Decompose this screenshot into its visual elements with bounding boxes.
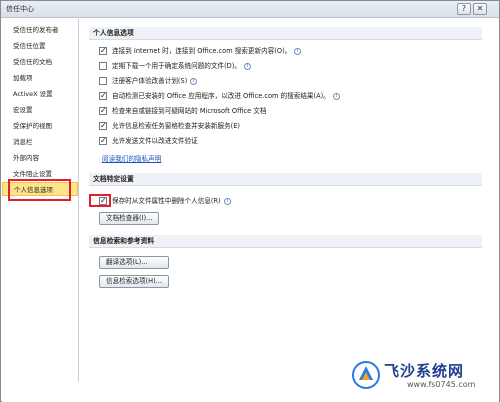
watermark-logo-icon [352, 361, 380, 389]
section-header-research: 信息检索和参考资料 [89, 235, 482, 248]
translation-options-button[interactable]: 翻译选项(L)... [99, 256, 169, 269]
section-header-document: 文档特定设置 [89, 173, 482, 186]
watermark-url: www.fs0745.com [407, 380, 476, 389]
checkbox[interactable]: ✓ [99, 46, 107, 55]
sidebar-item-trusted-publishers[interactable]: 受信任的发布者 [2, 23, 78, 37]
sidebar-item-macro[interactable]: 宏设置 [2, 103, 78, 117]
sidebar-item-file-block[interactable]: 文件阻止设置 [2, 167, 78, 181]
checkbox[interactable]: ✓ [99, 121, 107, 130]
watermark: 飞沙系统网 www.fs0745.com [351, 356, 491, 396]
info-icon[interactable]: i [294, 48, 302, 55]
option-label: 注册客户体验改善计划(S) [112, 77, 188, 85]
sidebar-item-message-bar[interactable]: 消息栏 [2, 135, 78, 149]
title-bar: 信任中心 ? ✕ [1, 1, 499, 18]
sidebar-item-privacy-options[interactable]: 个人信息选项 [2, 182, 78, 196]
checkbox[interactable] [99, 62, 107, 70]
sidebar-item-activex[interactable]: ActiveX 设置 [2, 87, 78, 101]
checkbox[interactable]: ✓ [99, 136, 107, 145]
close-button[interactable]: ✕ [473, 3, 487, 15]
info-icon[interactable]: i [190, 78, 198, 85]
option-label: 允许发送文件以改进文件验证 [112, 137, 198, 145]
checkbox[interactable]: ✓ [99, 106, 107, 115]
section-header-privacy: 个人信息选项 [89, 27, 482, 40]
sidebar-item-trusted-locations[interactable]: 受信任位置 [2, 39, 78, 53]
option-label: 保存时从文件属性中删除个人信息(R) [112, 197, 221, 205]
sidebar-item-trusted-documents[interactable]: 受信任的文档 [2, 55, 78, 69]
checkbox[interactable] [99, 77, 107, 85]
sidebar-item-protected-view[interactable]: 受保护的视图 [2, 119, 78, 133]
help-button[interactable]: ? [457, 3, 471, 15]
document-inspector-button[interactable]: 文档检查器(I)... [99, 212, 160, 225]
checkbox[interactable]: ✓ [99, 196, 107, 205]
info-icon[interactable]: i [223, 198, 231, 205]
privacy-statement-link[interactable]: 阅读我们的隐私声明 [102, 153, 161, 163]
trust-center-window: 信任中心 ? ✕ 受信任的发布者 受信任位置 受信任的文档 加载项 Active… [0, 0, 500, 402]
watermark-title: 飞沙系统网 [384, 362, 465, 380]
main-content: 个人信息选项 ✓ 连接到 Internet 时，连接到 Office.com 搜… [80, 19, 499, 382]
option-label: 自动检测已安装的 Office 应用程序，以改进 Office.com 的搜索结… [112, 92, 330, 100]
sidebar-item-add-ins[interactable]: 加载项 [2, 71, 78, 85]
option-label: 检查来自或链接到可疑网站的 Microsoft Office 文档 [112, 107, 267, 115]
option-label: 连接到 Internet 时，连接到 Office.com 搜索更新内容(O)。 [112, 47, 292, 55]
checkbox[interactable]: ✓ [99, 91, 107, 100]
sidebar-item-external-content[interactable]: 外部内容 [2, 151, 78, 165]
sidebar: 受信任的发布者 受信任位置 受信任的文档 加载项 ActiveX 设置 宏设置 … [2, 19, 79, 382]
info-icon[interactable]: i [243, 63, 251, 70]
option-label: 允许信息检索任务窗格检查并安装新服务(E) [112, 122, 240, 130]
option-label: 定期下载一个用于确定系统问题的文件(D)。 [112, 62, 241, 70]
info-icon[interactable]: i [332, 93, 340, 100]
research-options-button[interactable]: 信息检索选项(H)... [99, 275, 169, 288]
window-title: 信任中心 [6, 5, 34, 13]
